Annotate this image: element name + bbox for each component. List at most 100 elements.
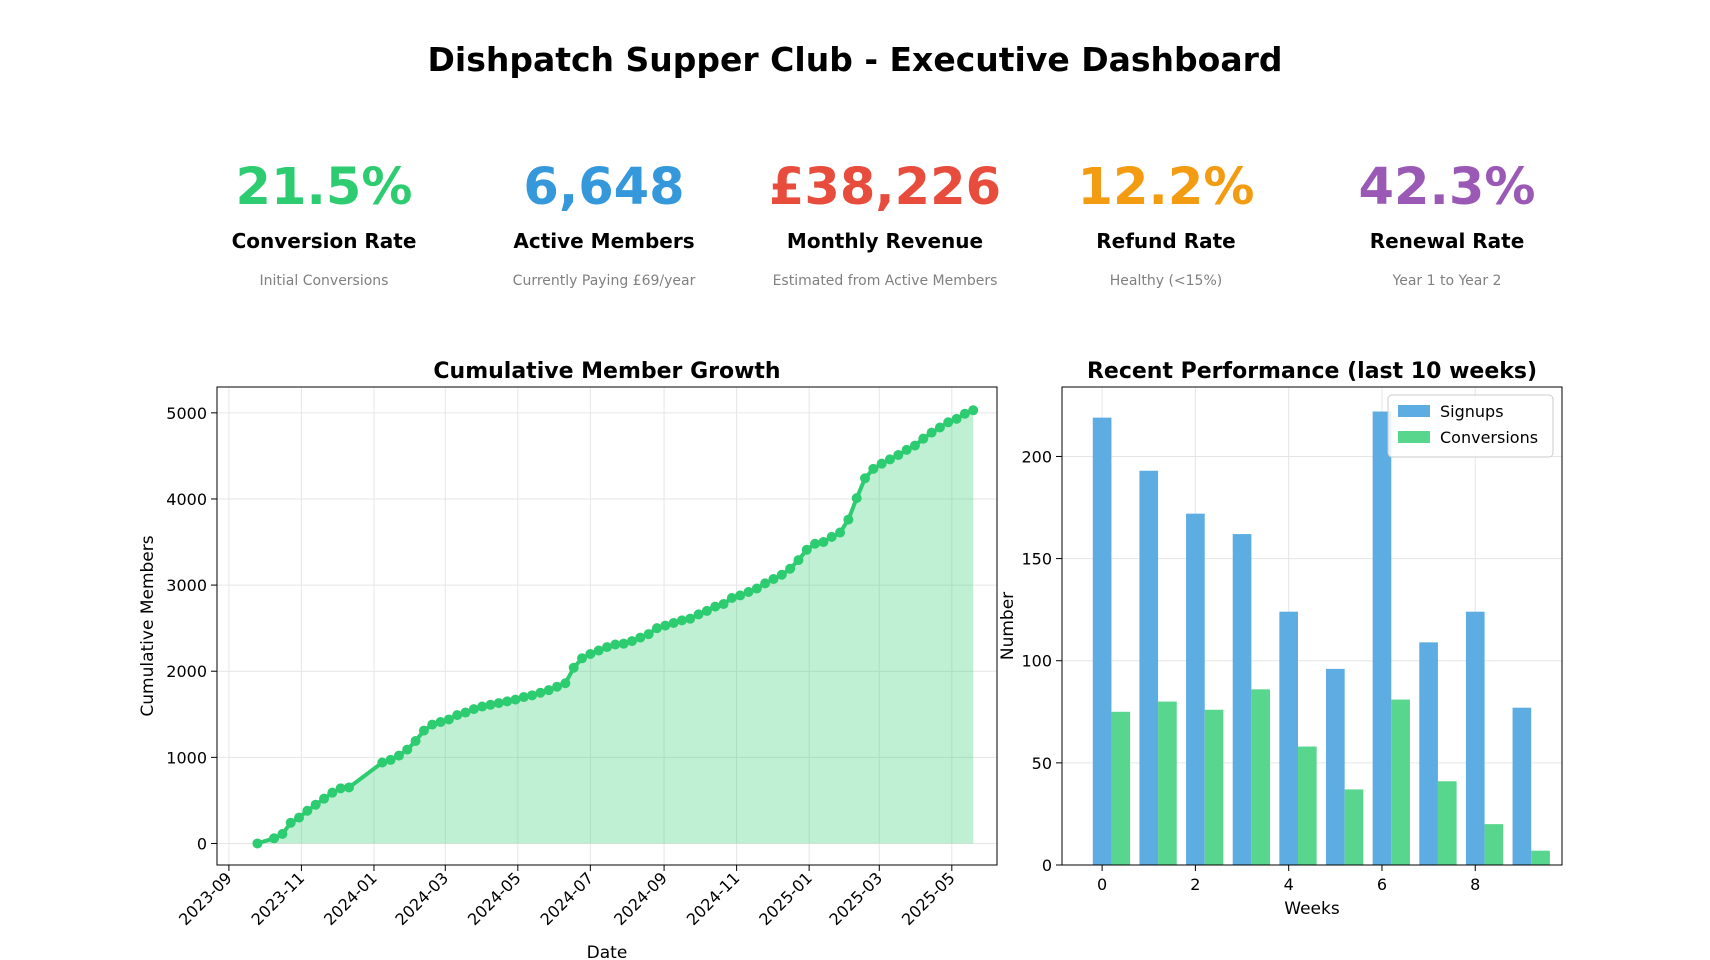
kpi-label: Monthly Revenue — [786, 229, 984, 253]
y-tick-label: 4000 — [166, 490, 207, 509]
kpi-monthly-revenue: £38,226 Monthly Revenue Estimated from A… — [745, 158, 1025, 289]
kpi-subtitle: Currently Paying £69/year — [512, 273, 696, 289]
x-axis-label: Weeks — [1284, 899, 1340, 919]
legend-swatch — [1398, 431, 1430, 443]
legend: Signups Conversions — [1387, 394, 1554, 458]
kpi-conversion-rate: 21.5% Conversion Rate Initial Conversion… — [184, 158, 464, 289]
growth-point — [643, 629, 654, 640]
kpi-value: £38,226 — [768, 158, 1002, 217]
growth-point — [868, 463, 879, 474]
bar-signups — [1232, 534, 1252, 865]
growth-point — [294, 812, 305, 823]
x-tick-label: 2025-03 — [825, 868, 886, 929]
bar-signups — [1186, 513, 1205, 865]
growth-point — [818, 537, 829, 548]
kpi-renewal-rate: 42.3% Renewal Rate Year 1 to Year 2 — [1307, 158, 1587, 289]
bar-signups — [1325, 668, 1345, 865]
legend-label: Signups — [1440, 402, 1504, 421]
x-tick-label: 2023-11 — [248, 868, 309, 929]
x-tick-label: 2024-03 — [391, 868, 452, 929]
kpi-subtitle: Estimated from Active Members — [772, 273, 998, 289]
bar-signups — [1279, 611, 1299, 865]
growth-point — [319, 793, 330, 804]
growth-point — [793, 555, 804, 566]
growth-point — [751, 583, 762, 594]
bar-conversions — [1204, 709, 1224, 865]
bar-signups — [1092, 417, 1112, 865]
bar-conversions — [1391, 699, 1410, 865]
kpi-value: 21.5% — [235, 158, 413, 217]
legend-swatch — [1398, 405, 1430, 417]
y-tick-label: 200 — [1021, 447, 1052, 466]
kpi-value: 42.3% — [1358, 158, 1536, 217]
growth-point — [477, 701, 488, 712]
bar-signups — [1465, 611, 1485, 865]
growth-point — [502, 696, 513, 707]
growth-point — [493, 698, 504, 709]
growth-point — [560, 678, 571, 689]
y-tick-label: 1000 — [166, 748, 207, 767]
growth-point — [860, 473, 871, 484]
bar-signups — [1372, 411, 1392, 865]
kpi-active-members: 6,648 Active Members Currently Paying £6… — [464, 158, 744, 289]
x-tick-label: 8 — [1470, 875, 1480, 894]
chart-title: Recent Performance (last 10 weeks) — [1087, 359, 1537, 384]
bar-conversions — [1344, 789, 1364, 865]
x-tick-label: 2 — [1190, 875, 1200, 894]
growth-point — [843, 514, 854, 525]
growth-point — [851, 493, 862, 504]
chart-title: Cumulative Member Growth — [433, 359, 780, 384]
bar-conversions — [1158, 701, 1177, 865]
kpi-value: 12.2% — [1077, 158, 1255, 217]
x-tick-label: 4 — [1284, 875, 1294, 894]
growth-point — [485, 699, 496, 710]
bar-signups — [1139, 470, 1159, 865]
x-tick-label: 6 — [1377, 875, 1387, 894]
bar-conversions — [1531, 850, 1550, 865]
bar-conversions — [1437, 781, 1457, 865]
y-tick-label: 0 — [1042, 856, 1052, 875]
growth-point — [785, 563, 796, 574]
growth-point — [835, 527, 846, 538]
y-tick-label: 150 — [1021, 550, 1052, 569]
growth-point — [718, 599, 729, 610]
growth-point — [393, 750, 404, 761]
x-tick-label: 2024-11 — [683, 868, 744, 929]
kpi-label: Conversion Rate — [231, 229, 417, 253]
bar-conversions — [1298, 746, 1317, 865]
cumulative-growth-chart: 2023-09 2023-11 2024-01 2024-03 2024-05 2024-… — [138, 359, 998, 960]
growth-point — [893, 450, 904, 461]
x-tick-label: 2024-01 — [320, 868, 381, 929]
y-tick-label: 2000 — [166, 662, 207, 681]
growth-point — [801, 544, 812, 555]
growth-point — [302, 805, 313, 816]
kpi-label: Active Members — [513, 229, 695, 253]
y-tick-label: 100 — [1021, 652, 1052, 671]
recent-performance-chart: 0 2 4 6 8 0 50 100 150 200 Recent Performance (las… — [998, 359, 1563, 919]
y-tick-label: 5000 — [166, 404, 207, 423]
growth-point — [810, 538, 821, 549]
growth-point — [934, 422, 945, 433]
growth-point — [909, 440, 920, 451]
kpi-value: 6,648 — [523, 158, 685, 217]
kpi-label: Renewal Rate — [1369, 229, 1525, 253]
growth-point — [402, 744, 413, 755]
dashboard-title: Dishpatch Supper Club - Executive Dashbo… — [427, 40, 1283, 79]
y-axis-label: Number — [998, 592, 1018, 660]
bar-signups — [1419, 642, 1438, 865]
x-tick-label: 0 — [1097, 875, 1107, 894]
y-tick-label: 50 — [1032, 754, 1052, 773]
x-tick-label: 2025-01 — [755, 868, 816, 929]
kpi-subtitle: Healthy (<15%) — [1109, 273, 1223, 289]
y-tick-label: 0 — [197, 834, 207, 853]
growth-point — [310, 799, 321, 810]
growth-point — [918, 433, 929, 444]
kpi-subtitle: Initial Conversions — [259, 273, 389, 289]
growth-point — [252, 838, 263, 849]
bar-signups — [1512, 707, 1532, 865]
x-tick-label: 2023-09 — [175, 868, 236, 929]
kpi-label: Refund Rate — [1096, 229, 1236, 253]
bar-conversions — [1484, 824, 1504, 865]
x-axis-label: Date — [587, 943, 628, 960]
y-axis-label: Cumulative Members — [138, 535, 158, 716]
